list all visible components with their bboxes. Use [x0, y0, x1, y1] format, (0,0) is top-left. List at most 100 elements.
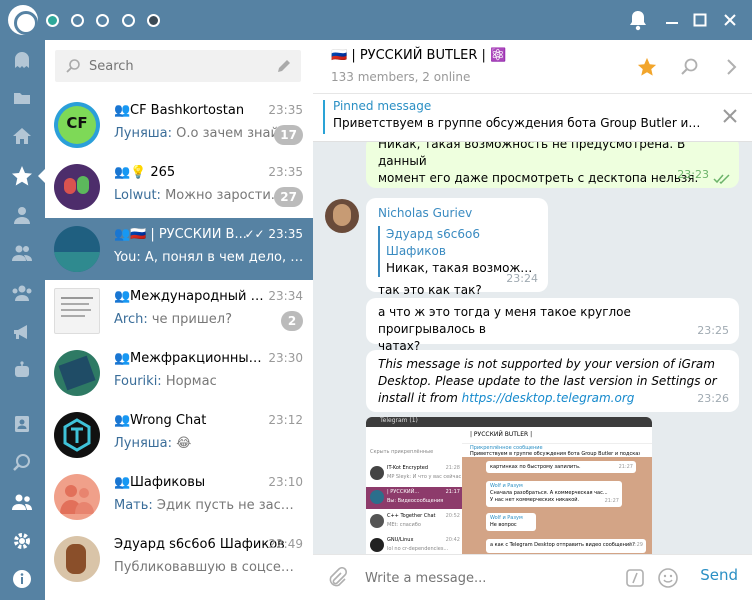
pinned-text: Приветствуем в группе обсуждения бота Gr…	[333, 116, 703, 130]
dialog-snippet: 😂	[172, 436, 192, 451]
dialog-item-cf-bashkortostan[interactable]: CF 👥CF Bashkortostan 23:35 Луняша: О.о з…	[45, 94, 313, 156]
dialog-snippet: че пришел?	[147, 312, 232, 327]
account-switcher-3[interactable]	[96, 14, 109, 27]
dialog-name: 👥Шафиковы	[114, 475, 264, 490]
groups-icon[interactable]	[10, 241, 34, 265]
reply-sender: Эдуард s6c6o6 Шафиков	[386, 227, 480, 258]
close-window-button[interactable]	[718, 8, 742, 32]
chat-members-status: 133 members, 2 online	[331, 70, 471, 84]
avatar	[54, 164, 100, 210]
message-text-line: Никак, такая возможность не предусмотрен…	[378, 142, 686, 168]
unread-badge: 27	[274, 187, 303, 207]
user-list-icon[interactable]	[10, 490, 34, 514]
compose-pencil-icon[interactable]	[275, 57, 293, 79]
notifications-bell-icon[interactable]	[626, 8, 650, 32]
preview-bubble: картинках по быстрому запилить. 21:27	[486, 461, 636, 473]
home-icon[interactable]	[10, 124, 34, 148]
supergroups-icon[interactable]	[10, 281, 34, 305]
dialog-item-265[interactable]: 👥💡 265 23:35 Lolwut: Можно зарости... 27	[45, 156, 313, 218]
dialog-name-text: CF Bashkortostan	[130, 103, 245, 118]
search-box	[55, 50, 301, 82]
dialog-sender: Arch:	[114, 312, 148, 327]
folders-icon[interactable]	[10, 85, 34, 109]
group-icon: 👥	[114, 475, 131, 490]
dialog-item-mezhfraktsionny[interactable]: 👥Межфракционный ... 23:30 Fouriki: Норма…	[45, 342, 313, 404]
group-icon: 👥	[114, 103, 131, 118]
dialog-snippet: Нормас	[161, 374, 217, 389]
ghost-icon[interactable]	[10, 48, 34, 72]
unread-badge: 2	[281, 311, 303, 331]
dialog-item-russkiy-butler[interactable]: 👥🇷🇺 | РУССКИЙ В... ✓✓ 23:35 You: А, поня…	[45, 218, 313, 280]
account-switcher-2[interactable]	[71, 14, 84, 27]
dialog-name: 👥CF Bashkortostan	[114, 103, 264, 118]
maximize-button[interactable]	[688, 8, 712, 32]
screenshot-image-message[interactable]: Telegram (1) Скрыть прикреплённые IT-Kot…	[366, 417, 652, 554]
account-switcher-1[interactable]	[46, 14, 59, 27]
bot-command-icon[interactable]	[623, 566, 647, 590]
dialog-time: 22:49	[268, 537, 303, 551]
chat-title[interactable]: 🇷🇺 | РУССКИЙ BUTLER | ⚛️	[331, 48, 506, 63]
dialog-item-eduard-shafikov[interactable]: Эдуард s6c6o6 Шафиков 22:49 Публиковавшу…	[45, 528, 313, 590]
contacts-book-icon[interactable]	[10, 412, 34, 436]
sender-avatar[interactable]	[325, 199, 359, 233]
favorite-star-icon[interactable]	[635, 55, 659, 79]
minimize-button[interactable]	[660, 8, 684, 32]
preview-bubble: Wolf и Разум Сначала разобраться. А комм…	[486, 481, 622, 507]
close-pinned-icon[interactable]	[722, 108, 738, 128]
preview-pinned-text: Приветствуем в группе обсуждения бота Gr…	[470, 451, 640, 457]
emoji-smile-icon[interactable]	[656, 566, 680, 590]
message-text-line: Desktop. Please update to the last versi…	[378, 374, 717, 388]
message-sender-name[interactable]: Nicholas Guriev	[378, 205, 536, 222]
message-bubble-incoming[interactable]: а что ж это тогда у меня такое круглое п…	[366, 298, 739, 353]
dialog-name-text: Шафиковы	[130, 475, 206, 490]
attach-paperclip-icon[interactable]	[325, 566, 349, 590]
app-logo-icon[interactable]	[8, 5, 38, 35]
preview-dialog-time: 21:17	[445, 489, 460, 495]
settings-gear-icon[interactable]	[10, 529, 34, 553]
pinned-message-bar[interactable]: Pinned message Приветствуем в группе обс…	[313, 94, 752, 142]
account-switcher-5[interactable]	[147, 14, 160, 27]
search-id-icon[interactable]	[10, 451, 34, 475]
dialog-time: 23:35	[268, 103, 303, 117]
dialog-sender: Fouriki:	[114, 374, 162, 389]
chevron-right-icon[interactable]	[719, 55, 743, 79]
favorites-star-icon[interactable]	[10, 164, 34, 188]
preview-dialog-name: IT-Kot Encrypted	[387, 465, 428, 471]
dialog-name: 👥💡 265	[114, 165, 264, 180]
dialog-item-wrong-chat[interactable]: 👥Wrong Chat 23:12 Луняша: 😂	[45, 404, 313, 466]
avatar	[54, 288, 100, 334]
search-input[interactable]	[89, 56, 259, 76]
message-bubble-incoming[interactable]: Nicholas Guriev Эдуард s6c6o6 Шафиков Ни…	[366, 198, 548, 297]
dialog-name: 👥🇷🇺 | РУССКИЙ В...	[114, 227, 254, 242]
preview-window-titlebar: Telegram (1)	[366, 417, 652, 427]
update-link[interactable]: https://desktop.telegram.org	[462, 391, 635, 405]
pinned-label: Pinned message	[333, 99, 432, 113]
message-bubble-unsupported[interactable]: This message is not supported by your ve…	[366, 350, 739, 412]
read-ticks-icon: ✓✓	[244, 227, 269, 241]
dialog-name: 👥Международный кл...	[114, 289, 264, 304]
dialog-item-shafikovy[interactable]: 👥Шафиковы 23:10 Мать: Эдик пусть не заси…	[45, 466, 313, 528]
preview-dialog-text: MP Sleyk: И что у вас сейчас	[387, 474, 462, 480]
group-icon: 👥	[114, 413, 131, 428]
preview-dialog-name: C++ Together Chat	[387, 513, 436, 519]
dialog-item-mezhdunarodny[interactable]: 👥Международный кл... 23:34 Arch: че приш…	[45, 280, 313, 342]
dialog-name: 👥Wrong Chat	[114, 413, 264, 428]
search-in-chat-icon[interactable]	[677, 55, 701, 79]
avatar-label: CF	[66, 114, 88, 132]
preview-window-title: Telegram (1)	[380, 417, 418, 424]
send-button[interactable]: Send	[700, 566, 738, 584]
account-switcher-4[interactable]	[122, 14, 135, 27]
info-icon[interactable]	[10, 567, 34, 591]
preview-dialog: C++ Together Chat MEt: спасибо 20:52	[366, 511, 462, 533]
dialog-snippet: Публиковавшую в соцсетях и...	[114, 560, 298, 575]
channels-megaphone-icon[interactable]	[10, 320, 34, 344]
preview-bubble-text: Не вопрос	[490, 522, 517, 528]
message-time: 23:24	[506, 272, 538, 285]
message-input[interactable]	[365, 567, 605, 589]
dialog-last-message: Fouriki: Нормас	[114, 374, 298, 389]
contact-icon[interactable]	[10, 203, 34, 227]
bots-icon[interactable]	[10, 358, 34, 382]
message-bubble-outgoing[interactable]: Никак, такая возможность не предусмотрен…	[366, 142, 739, 188]
dialog-last-message: Луняша: О.о зачем знайка...	[114, 126, 298, 141]
pinned-accent-line	[323, 100, 325, 134]
